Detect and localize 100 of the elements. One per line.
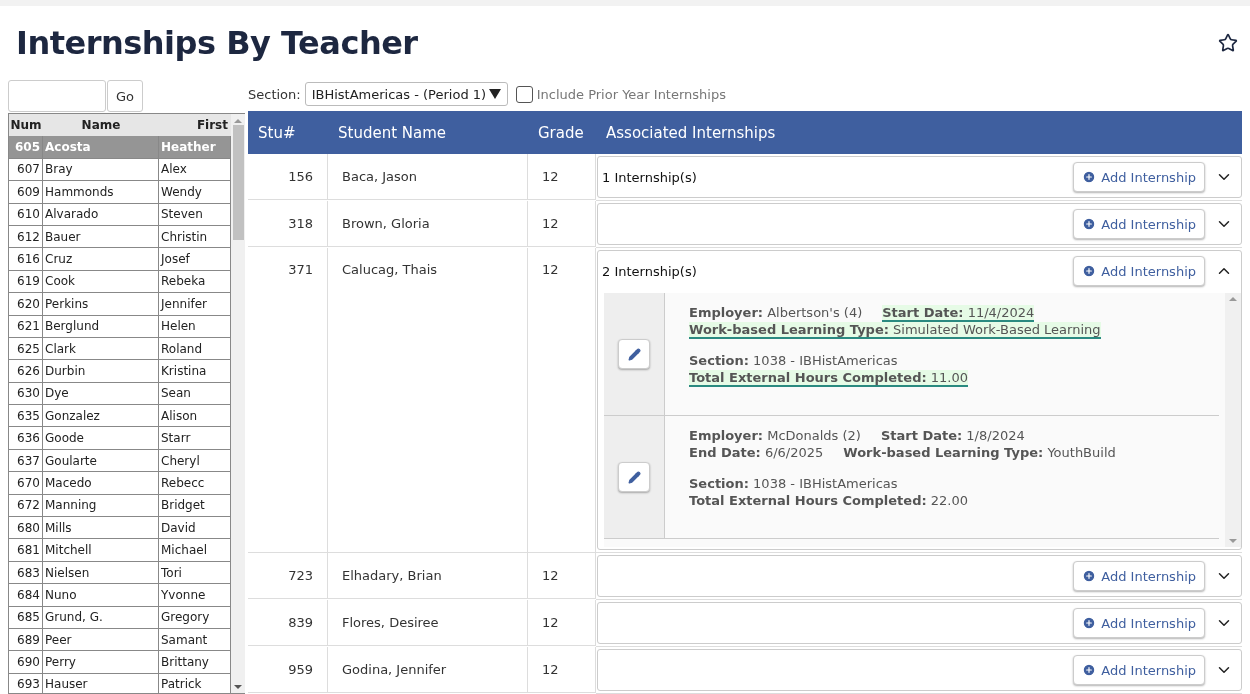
plus-circle-icon: [1082, 170, 1097, 184]
teacher-row[interactable]: 680 Mills David: [9, 517, 231, 540]
teacher-row[interactable]: 635 Gonzalez Alison: [9, 405, 231, 428]
teacher-last-name: Nielsen: [43, 561, 159, 584]
teacher-row[interactable]: 616 Cruz Josef: [9, 248, 231, 271]
add-internship-button[interactable]: Add Internship: [1073, 162, 1205, 192]
teacher-row[interactable]: 683 Nielsen Tori: [9, 561, 231, 585]
internship-field: Employer: McDonalds (2): [689, 428, 861, 445]
student-number: 156: [248, 154, 328, 200]
teacher-number: 637: [9, 449, 43, 472]
teacher-number: 683: [9, 561, 43, 584]
teacher-number: 619: [9, 270, 43, 293]
teacher-row[interactable]: 670 Macedo Rebecc: [9, 472, 231, 495]
student-grade: 12: [528, 201, 596, 247]
teacher-last-name: Berglund: [43, 315, 159, 337]
teacher-last-name: Mills: [43, 517, 159, 539]
column-header[interactable]: Name: [43, 114, 159, 137]
teacher-row[interactable]: 636 Goode Starr: [9, 427, 231, 450]
teacher-last-name: Bray: [43, 158, 159, 181]
plus-circle-icon: [1082, 569, 1097, 583]
student-grade: 12: [528, 647, 596, 693]
student-name: Brown, Gloria: [328, 201, 528, 247]
teacher-number: 690: [9, 651, 43, 673]
teacher-last-name: Gonzalez: [43, 405, 159, 427]
pencil-icon: [627, 470, 641, 484]
teacher-row[interactable]: 609 Hammonds Wendy: [9, 181, 231, 204]
teacher-number: 612: [9, 225, 43, 248]
teacher-row[interactable]: 607 Bray Alex: [9, 158, 231, 182]
student-name: Calucag, Thais: [328, 248, 528, 553]
teacher-number: 610: [9, 203, 43, 225]
teacher-last-name: Manning: [43, 494, 159, 517]
teacher-row[interactable]: 637 Goularte Cheryl: [9, 449, 231, 473]
teacher-last-name: Mitchell: [43, 539, 159, 561]
dropdown-caret-icon: [488, 89, 501, 99]
teacher-last-name: Goularte: [43, 449, 159, 472]
edit-button[interactable]: [618, 339, 650, 369]
add-internship-button[interactable]: Add Internship: [1073, 256, 1205, 286]
add-internship-button[interactable]: Add Internship: [1073, 209, 1205, 239]
teacher-row[interactable]: 610 Alvarado Steven: [9, 203, 231, 226]
column-header[interactable]: First: [159, 114, 231, 137]
column-header[interactable]: Num: [9, 114, 43, 137]
internship-field: End Date: 6/6/2025: [689, 445, 824, 462]
search-field[interactable]: [8, 80, 106, 112]
student-number: 839: [248, 600, 328, 646]
teacher-last-name: Cruz: [43, 248, 159, 270]
teacher-row[interactable]: 689 Peer Samant: [9, 629, 231, 652]
teacher-number: 681: [9, 539, 43, 561]
internship-field: Employer: Albertson's (4): [689, 305, 863, 322]
teacher-row[interactable]: 619 Cook Rebeka: [9, 270, 231, 294]
teacher-last-name: Acosta: [43, 136, 159, 158]
teacher-row[interactable]: 626 Durbin Kristina: [9, 360, 231, 383]
teacher-number: 620: [9, 293, 43, 315]
scrollbar[interactable]: [1225, 293, 1241, 547]
add-internship-button[interactable]: Add Internship: [1073, 561, 1205, 591]
student-number: 371: [248, 248, 328, 553]
teacher-last-name: Hammonds: [43, 181, 159, 203]
teacher-number: 636: [9, 427, 43, 449]
student-grade: 12: [528, 248, 596, 553]
add-internship-button[interactable]: Add Internship: [1073, 608, 1205, 638]
scrollbar[interactable]: [231, 114, 245, 693]
teacher-row[interactable]: 672 Manning Bridget: [9, 494, 231, 518]
teacher-row[interactable]: 690 Perry Brittany: [9, 651, 231, 674]
section-dropdown[interactable]: IBHistAmericas - (Period 1): [304, 82, 508, 106]
student-grade: 12: [528, 553, 596, 599]
internship-count: 2 Internship(s): [602, 263, 698, 279]
teacher-row[interactable]: 620 Perkins Jennifer: [9, 293, 231, 316]
teacher-last-name: Hauser: [43, 673, 159, 693]
teacher-row[interactable]: 684 Nuno Yvonne: [9, 584, 231, 607]
internship-field: Work-based Learning Type: YouthBuild: [843, 445, 1116, 462]
pencil-icon: [627, 347, 641, 361]
teacher-number: 685: [9, 606, 43, 628]
teacher-number: 684: [9, 584, 43, 606]
teacher-row[interactable]: 630 Dye Sean: [9, 382, 231, 406]
teacher-row[interactable]: 621 Berglund Helen: [9, 315, 231, 338]
teacher-row[interactable]: 685 Grund, G. Gregory: [9, 606, 231, 629]
checkbox[interactable]: [515, 85, 533, 103]
teacher-last-name: Dye: [43, 382, 159, 405]
teacher-number: 680: [9, 517, 43, 539]
teacher-number: 693: [9, 673, 43, 693]
student-name: Baca, Jason: [328, 154, 528, 200]
teacher-number: 626: [9, 360, 43, 382]
internship-field: Start Date: 1/8/2024: [880, 428, 1025, 445]
teacher-row[interactable]: 612 Bauer Christin: [9, 225, 231, 249]
teacher-number: 607: [9, 158, 43, 181]
column-header: Student Name: [328, 111, 528, 154]
teacher-last-name: Perry: [43, 651, 159, 673]
plus-circle-icon: [1082, 217, 1097, 231]
student-grade: 12: [528, 600, 596, 646]
teacher-last-name: Grund, G.: [43, 606, 159, 628]
internship-field: Work-based Learning Type: Simulated Work-Based Learning: [689, 322, 1101, 339]
favorite-star-icon[interactable]: [1218, 33, 1238, 53]
teacher-row[interactable]: 681 Mitchell Michael: [9, 539, 231, 562]
section-label: Section:: [248, 86, 301, 102]
teacher-number: 672: [9, 494, 43, 517]
teacher-row[interactable]: 625 Clark Roland: [9, 337, 231, 361]
go-button[interactable]: Go: [107, 80, 144, 112]
add-internship-button[interactable]: Add Internship: [1073, 655, 1205, 685]
teacher-number: 621: [9, 315, 43, 337]
teacher-number: 609: [9, 181, 43, 203]
edit-button[interactable]: [618, 462, 650, 492]
